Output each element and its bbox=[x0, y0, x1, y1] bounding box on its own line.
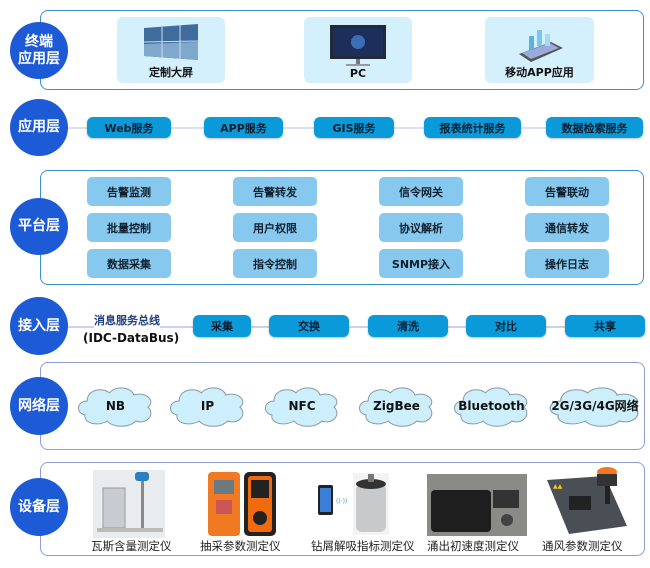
architecture-diagram: 终端 应用层 定制大屏 PC 移动APP应用 应用层 Web服务 APP服务 G… bbox=[0, 0, 650, 568]
service-gis: GIS服务 bbox=[314, 117, 394, 138]
platform-item: 数据采集 bbox=[87, 249, 171, 278]
network-cloud: 2G/3G/4G网络 bbox=[546, 383, 644, 428]
network-label: NB bbox=[105, 398, 126, 413]
network-cloud: IP bbox=[167, 383, 248, 428]
platform-item: 操作日志 bbox=[525, 249, 609, 278]
video-wall-icon bbox=[143, 24, 199, 60]
network-cloud: Bluetooth bbox=[451, 383, 532, 428]
device-label: 瓦斯含量测定仪 bbox=[91, 539, 172, 553]
terminal-card-pc: PC bbox=[304, 17, 412, 83]
platform-item: SNMP接入 bbox=[379, 249, 463, 278]
network-cloud: NFC bbox=[262, 383, 342, 428]
device-label: 通风参数测定仪 bbox=[542, 539, 623, 553]
svg-text:▲▲: ▲▲ bbox=[553, 483, 563, 490]
service-data-search: 数据检索服务 bbox=[546, 117, 643, 138]
platform-item: 用户权限 bbox=[233, 213, 317, 242]
initial-gas-emission-velocity-meter-image bbox=[427, 474, 527, 536]
network-label: 2G/3G/4G网络 bbox=[551, 399, 639, 413]
access-item: 交换 bbox=[269, 315, 349, 337]
access-item: 共享 bbox=[565, 315, 645, 337]
terminal-layer-label: 终端 应用层 bbox=[10, 22, 68, 79]
bus-title: 消息服务总线 bbox=[94, 312, 160, 328]
device-layer-label: 设备层 bbox=[10, 478, 68, 536]
monitor-icon bbox=[330, 25, 386, 66]
network-cloud: ZigBee bbox=[356, 383, 437, 428]
platform-item: 批量控制 bbox=[87, 213, 171, 242]
svg-text:((·)): ((·)) bbox=[336, 498, 347, 505]
platform-item: 告警监测 bbox=[87, 177, 171, 206]
drill-cuttings-desorption-meter-image: ((·)) bbox=[318, 473, 389, 535]
device-label: 涌出初速度测定仪 bbox=[427, 539, 519, 553]
platform-item: 指令控制 bbox=[233, 249, 317, 278]
network-layer-label: 网络层 bbox=[10, 377, 68, 435]
network-label: ZigBee bbox=[373, 398, 420, 413]
application-layer-label: 应用层 bbox=[10, 99, 68, 156]
platform-layer-label: 平台层 bbox=[10, 198, 68, 255]
access-item: 清洗 bbox=[368, 315, 448, 337]
mobile-phone-icon bbox=[518, 30, 563, 62]
access-item: 对比 bbox=[466, 315, 546, 337]
platform-item: 告警联动 bbox=[525, 177, 609, 206]
device-label: 钻屑解吸指标测定仪 bbox=[311, 539, 415, 553]
access-item: 采集 bbox=[193, 315, 251, 337]
terminal-label: PC bbox=[349, 67, 367, 80]
service-web: Web服务 bbox=[87, 117, 171, 138]
gas-content-meter-image bbox=[93, 470, 165, 538]
terminal-label: 定制大屏 bbox=[149, 66, 193, 79]
terminal-card-big-screen: 定制大屏 bbox=[117, 17, 225, 83]
platform-item: 协议解析 bbox=[379, 213, 463, 242]
platform-item: 信令网关 bbox=[379, 177, 463, 206]
service-report: 报表统计服务 bbox=[424, 117, 521, 138]
network-label: Bluetooth bbox=[458, 398, 525, 413]
terminal-label: 移动APP应用 bbox=[505, 66, 574, 79]
bus-subtitle: (IDC-DataBus) bbox=[83, 331, 180, 345]
network-label: IP bbox=[200, 398, 215, 413]
platform-item: 通信转发 bbox=[525, 213, 609, 242]
platform-item: 告警转发 bbox=[233, 177, 317, 206]
network-cloud: NB bbox=[75, 383, 156, 428]
terminal-card-mobile-app: 移动APP应用 bbox=[485, 17, 594, 83]
extraction-parameter-meter-image bbox=[208, 472, 276, 536]
network-label: NFC bbox=[288, 398, 316, 413]
access-layer-label: 接入层 bbox=[10, 297, 68, 355]
ventilation-parameter-meter-image: ▲▲ bbox=[547, 467, 627, 534]
device-label: 抽采参数测定仪 bbox=[200, 539, 281, 553]
service-app: APP服务 bbox=[204, 117, 283, 138]
